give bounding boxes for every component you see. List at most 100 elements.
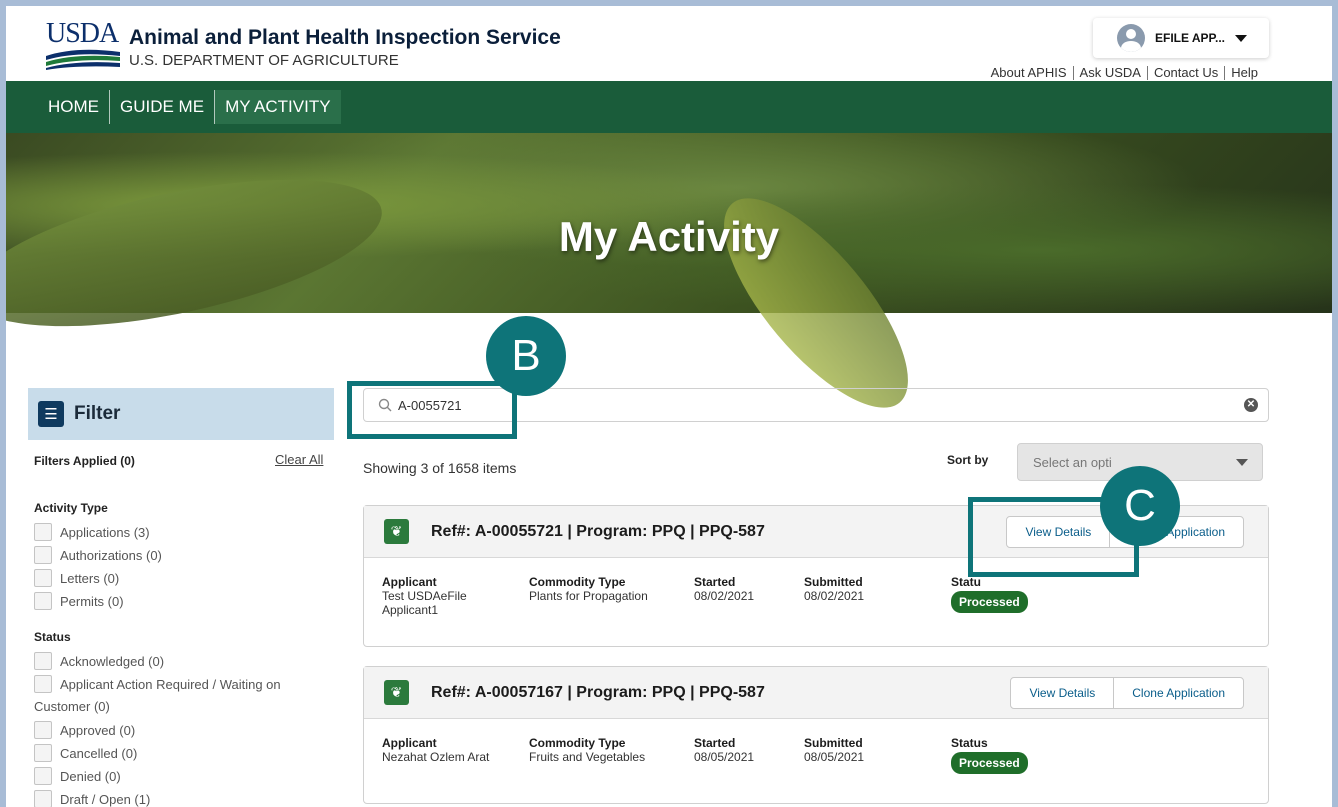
page-title: My Activity	[558, 213, 780, 260]
applicant-column: Applicant Nezahat Ozlem Arat	[382, 736, 489, 764]
checkbox[interactable]	[34, 592, 52, 610]
checkbox-approved[interactable]: Approved (0)	[34, 721, 135, 739]
avatar	[1117, 24, 1145, 52]
commodity-value: Fruits and Vegetables	[529, 750, 646, 764]
submitted-label: Submitted	[804, 575, 863, 589]
agency-name: Animal and Plant Health Inspection Servi…	[129, 26, 561, 49]
applicant-value: Test USDAeFile	[382, 589, 467, 603]
applicant-column: Applicant Test USDAeFile Applicant1	[382, 575, 467, 617]
checkbox-authorizations[interactable]: Authorizations (0)	[34, 546, 162, 564]
checkbox-label: Letters (0)	[60, 570, 120, 586]
page: USDA Animal and Plant Health Inspection …	[6, 6, 1332, 807]
results-count: Showing 3 of 1658 items	[363, 460, 517, 476]
annotation-box-b	[347, 381, 517, 439]
user-name: EFILE APP...	[1155, 31, 1226, 45]
started-column: Started 08/02/2021	[694, 575, 754, 603]
checkbox-applications[interactable]: Applications (3)	[34, 523, 150, 541]
checkbox[interactable]	[34, 652, 52, 670]
submitted-column: Submitted 08/02/2021	[804, 575, 864, 603]
checkbox[interactable]	[34, 744, 52, 762]
checkbox-label: Applicant Action Required / Waiting on	[60, 676, 281, 692]
submitted-value: 08/05/2021	[804, 750, 865, 764]
view-details-button[interactable]: View Details	[1011, 678, 1115, 708]
checkbox[interactable]	[34, 790, 52, 807]
status-label: Statu	[951, 575, 981, 589]
leaf-icon: ❦	[384, 680, 409, 705]
status-column: Statu Processed	[951, 575, 1028, 613]
applicant-label: Applicant	[382, 575, 437, 589]
checkbox-label: Authorizations (0)	[60, 547, 162, 563]
checkbox-applicant-action[interactable]: Applicant Action Required / Waiting on	[34, 675, 281, 693]
checkbox[interactable]	[34, 675, 52, 693]
department-name: U.S. DEPARTMENT OF AGRICULTURE	[129, 52, 399, 69]
checkbox-label: Acknowledged (0)	[60, 653, 165, 669]
user-menu[interactable]: EFILE APP...	[1093, 18, 1269, 58]
nav-guide-me[interactable]: GUIDE ME	[110, 90, 216, 124]
checkbox[interactable]	[34, 569, 52, 587]
checkbox-acknowledged[interactable]: Acknowledged (0)	[34, 652, 164, 670]
hero-banner: My Activity	[6, 133, 1332, 435]
card-header: ❦ Ref#: A-00057167 | Program: PPQ | PPQ-…	[364, 667, 1268, 719]
card-actions: View Details Clone Application	[1010, 677, 1244, 709]
status-label: Status	[951, 736, 988, 750]
card-title: Ref#: A-00057167 | Program: PPQ | PPQ-58…	[431, 683, 765, 701]
checkbox[interactable]	[34, 523, 52, 541]
checkbox[interactable]	[34, 546, 52, 564]
started-column: Started 08/05/2021	[694, 736, 754, 764]
usda-logo-stripes	[46, 49, 120, 70]
checkbox[interactable]	[34, 721, 52, 739]
checkbox-draft-open[interactable]: Draft / Open (1)	[34, 790, 150, 807]
started-value: 08/05/2021	[694, 750, 755, 764]
checkbox-label: Approved (0)	[60, 722, 136, 738]
applicant-value-2: Applicant1	[382, 603, 439, 617]
sort-placeholder: Select an opti	[1033, 454, 1112, 470]
checkbox-permits[interactable]: Permits (0)	[34, 592, 124, 610]
status-heading: Status	[34, 630, 71, 644]
utility-links: About APHIS Ask USDA Contact Us Help	[985, 66, 1264, 80]
started-label: Started	[694, 736, 736, 750]
commodity-label: Commodity Type	[529, 736, 626, 750]
contact-us-link[interactable]: Contact Us	[1148, 66, 1226, 80]
checkbox-denied[interactable]: Denied (0)	[34, 767, 121, 785]
nav-my-activity[interactable]: MY ACTIVITY	[215, 90, 341, 124]
usda-logo[interactable]: USDA	[46, 20, 120, 72]
commodity-column: Commodity Type Fruits and Vegetables	[529, 736, 645, 764]
annotation-label-b: B	[486, 316, 566, 396]
filter-list-icon: ☰	[38, 401, 64, 427]
card-title: Ref#: A-00055721 | Program: PPQ | PPQ-58…	[431, 522, 765, 540]
help-link[interactable]: Help	[1225, 66, 1264, 80]
status-badge: Processed	[951, 591, 1028, 613]
filter-header: ☰ Filter	[28, 388, 334, 440]
filter-title: Filter	[74, 403, 121, 424]
checkbox-label: Applications (3)	[60, 524, 150, 540]
status-column: Status Processed	[951, 736, 1028, 774]
commodity-value: Plants for Propagation	[529, 589, 648, 603]
about-aphis-link[interactable]: About APHIS	[985, 66, 1074, 80]
checkbox-label: Denied (0)	[60, 768, 121, 784]
chevron-down-icon	[1236, 459, 1248, 466]
started-value: 08/02/2021	[694, 589, 755, 603]
checkbox-letters[interactable]: Letters (0)	[34, 569, 119, 587]
commodity-label: Commodity Type	[529, 575, 626, 589]
usda-logo-text: USDA	[46, 18, 119, 49]
ask-usda-link[interactable]: Ask USDA	[1074, 66, 1148, 80]
applicant-value: Nezahat Ozlem Arat	[382, 750, 490, 764]
sort-label: Sort by	[947, 453, 989, 467]
checkbox-label: Permits (0)	[60, 593, 124, 609]
activity-card: ❦ Ref#: A-00057167 | Program: PPQ | PPQ-…	[363, 666, 1269, 804]
submitted-value: 08/02/2021	[804, 589, 865, 603]
checkbox-label: Draft / Open (1)	[60, 791, 151, 807]
checkbox-label-wrap: Customer (0)	[34, 699, 110, 714]
nav-home[interactable]: HOME	[38, 90, 110, 124]
clear-search-icon[interactable]: ✕	[1244, 398, 1258, 412]
started-label: Started	[694, 575, 736, 589]
checkbox-label: Cancelled (0)	[60, 745, 138, 761]
annotation-label-c: C	[1100, 466, 1180, 546]
clone-application-button[interactable]: Clone Application	[1114, 678, 1243, 708]
checkbox[interactable]	[34, 767, 52, 785]
filters-applied: Filters Applied (0)	[34, 454, 135, 468]
card-body: Applicant Nezahat Ozlem Arat Commodity T…	[364, 719, 1268, 807]
clear-all-link[interactable]: Clear All	[275, 452, 323, 467]
chevron-down-icon	[1235, 34, 1248, 42]
checkbox-cancelled[interactable]: Cancelled (0)	[34, 744, 137, 762]
